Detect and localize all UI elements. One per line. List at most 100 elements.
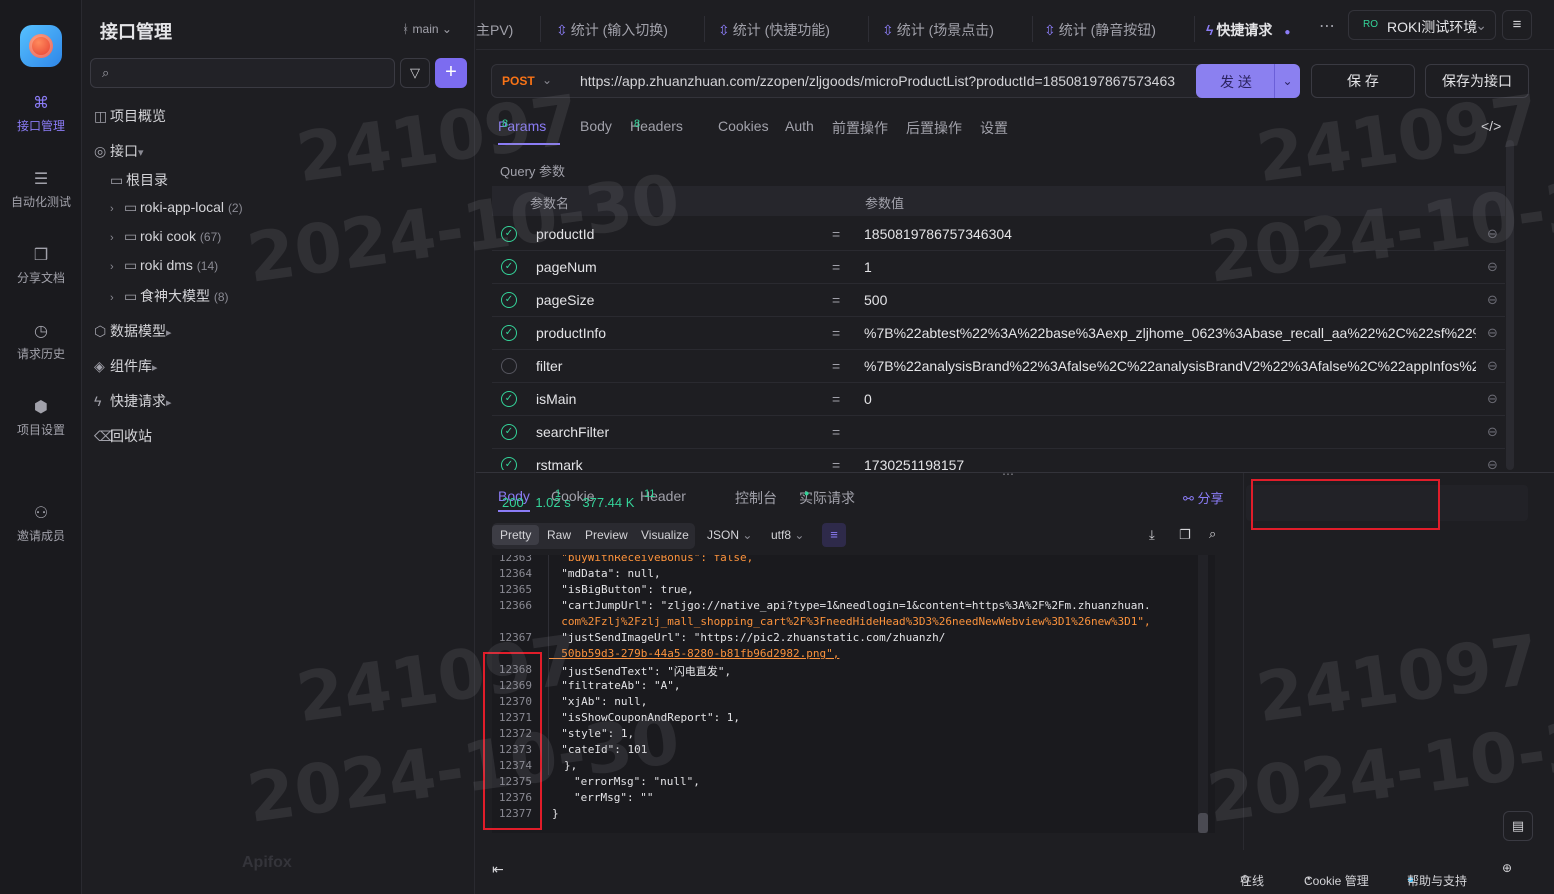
resize-handle-icon[interactable]: ⋯ [1002,467,1014,481]
send-button[interactable]: 发 送 ⌄ [1196,64,1300,98]
save-button[interactable]: 保 存 [1311,64,1415,98]
tab-item[interactable]: ⇳ 统计 (场景点击) [882,20,994,40]
check-icon[interactable]: ✓ [501,424,517,440]
tab-label: 主PV) [476,22,514,38]
param-name[interactable]: pageNum [536,259,597,275]
wrap-lines-icon[interactable]: ≡ [822,523,846,547]
tab-quick-request[interactable]: ϟ 快捷请求 ● [1206,20,1290,40]
param-value[interactable]: 1 [864,259,1476,275]
tab-item[interactable]: ⇳ 统计 (输入切换) [556,20,668,40]
tree-folder[interactable]: › ▭ roki dms (14) [110,257,218,274]
view-preview[interactable]: Preview [585,528,628,542]
equals-sign: = [832,259,841,275]
chevron-down-icon[interactable]: ⌄ [1274,64,1300,98]
nav-components[interactable]: ◈ 组件库 ▸ [94,356,166,376]
subtab-body[interactable]: Body [580,118,612,134]
check-icon[interactable]: ✓ [501,391,517,407]
nav-trash[interactable]: ⌫回收站 [94,426,152,446]
resp-tab-console[interactable]: 控制台 [735,488,777,508]
param-name[interactable]: productInfo [536,325,606,341]
code-gen-button[interactable]: </> [1481,118,1501,134]
tab-item[interactable]: ⇳ 统计 (快捷功能) [718,20,830,40]
check-icon[interactable]: ✓ [501,259,517,275]
collapse-sidebar-icon[interactable]: ⇤ [492,861,504,878]
param-value[interactable]: %7B%22analysisBrand%22%3Afalse%2C%22anal… [864,358,1476,374]
remove-icon[interactable]: ⊖ [1487,259,1498,275]
branch-selector[interactable]: ᚼ main ⌄ [402,22,452,36]
param-name[interactable]: isMain [536,391,576,407]
cookie-label: Cookie 管理 [1304,874,1369,888]
filter-button[interactable]: ▽ [400,58,430,88]
upload-icon[interactable]: ⊕ [1502,861,1512,875]
more-tabs-button[interactable]: ⋯ [1319,16,1335,36]
tree-folder[interactable]: › ▭ 食神大模型 (8) [110,286,229,306]
subtab-settings[interactable]: 设置 [980,118,1008,138]
view-pretty[interactable]: Pretty [492,525,540,545]
method-select[interactable]: POST [502,74,535,88]
save-as-api-button[interactable]: 保存为接口 [1425,64,1529,98]
check-icon[interactable]: ✓ [501,226,517,242]
param-value[interactable]: 1850819786757346304 [864,226,1476,242]
rail-item-history[interactable]: ◷ 请求历史 [0,323,82,362]
tab-item[interactable]: ⇳ 统计 (静音按钮) [1044,20,1156,40]
code-link[interactable]: 50bb59d3-279b-44a5-8280-b81fb96d2982.png… [548,647,839,660]
folder-icon: ▭ [124,288,138,304]
rail-item-share-docs[interactable]: ❒ 分享文档 [0,247,82,286]
view-visualize[interactable]: Visualize [641,528,689,542]
unchecked-icon[interactable]: ✓ [501,358,517,374]
chevron-right-icon: › [110,292,114,304]
subtab-cookies[interactable]: Cookies [718,118,769,134]
menu-button[interactable]: ≡ [1502,10,1532,40]
code-scrollbar[interactable] [1198,555,1208,833]
copy-icon[interactable]: ❐ [1179,527,1191,543]
remove-icon[interactable]: ⊖ [1487,391,1498,407]
param-value[interactable]: %7B%22abtest%22%3A%22base%3Aexp_zljhome_… [864,325,1476,341]
tab-divider [868,16,869,42]
code-scrollbar-thumb[interactable] [1198,813,1208,833]
view-raw[interactable]: Raw [547,528,571,542]
search-input[interactable]: ⌕ [90,58,395,88]
param-name[interactable]: productId [536,226,594,242]
tree-root[interactable]: ▭ 根目录 [110,170,168,190]
environment-selector[interactable]: RO ROKI测试环境 ⌄ [1348,10,1496,40]
add-button[interactable]: + [435,58,467,88]
rail-item-settings[interactable]: ⬢ 项目设置 [0,399,82,438]
tree-folder[interactable]: › ▭ roki-app-local (2) [110,199,243,216]
rail-item-automation[interactable]: ☰ 自动化测试 [0,171,82,210]
share-button[interactable]: ⚯ 分享 [1183,488,1224,507]
search-icon[interactable]: ⌕ [1209,526,1216,542]
param-name[interactable]: pageSize [536,292,594,308]
remove-icon[interactable]: ⊖ [1487,457,1498,470]
nav-api[interactable]: ◎ 接口 ▾ [94,141,152,161]
remove-icon[interactable]: ⊖ [1487,292,1498,308]
param-name[interactable]: rstmark [536,457,583,470]
download-icon[interactable]: ⤓ [1149,527,1155,543]
layout-toggle-button[interactable]: ▤ [1503,811,1533,841]
remove-icon[interactable]: ⊖ [1487,226,1498,242]
param-name[interactable]: filter [536,358,562,374]
check-icon[interactable]: ✓ [501,325,517,341]
param-value[interactable]: 500 [864,292,1476,308]
subtab-auth[interactable]: Auth [785,118,814,134]
subtab-pre-ops[interactable]: 前置操作 [832,118,888,138]
rail-item-api[interactable]: ⌘ 接口管理 [0,95,82,134]
nav-data-model[interactable]: ⬡ 数据模型 ▸ [94,321,180,341]
remove-icon[interactable]: ⊖ [1487,424,1498,440]
param-value[interactable]: 1730251198157 [864,457,1476,470]
nav-overview[interactable]: ◫ 项目概览 [94,106,166,126]
url-input[interactable]: https://app.zhuanzhuan.com/zzopen/zljgoo… [580,73,1175,89]
subtab-post-ops[interactable]: 后置操作 [906,118,962,138]
check-icon[interactable]: ✓ [501,457,517,470]
params-scrollbar[interactable] [1506,140,1514,470]
param-name[interactable]: searchFilter [536,424,609,440]
encoding-select[interactable]: utf8 ⌄ [771,528,804,542]
format-select[interactable]: JSON ⌄ [707,528,752,542]
rail-item-invite[interactable]: ⚇ 邀请成员 [0,505,82,544]
tree-folder[interactable]: › ▭ roki cook (67) [110,228,221,245]
tab-item[interactable]: 主PV) [476,20,513,40]
nav-quick-request[interactable]: ϟ 快捷请求 ▸ [94,391,180,411]
remove-icon[interactable]: ⊖ [1487,358,1498,374]
check-icon[interactable]: ✓ [501,292,517,308]
remove-icon[interactable]: ⊖ [1487,325,1498,341]
param-value[interactable]: 0 [864,391,1476,407]
